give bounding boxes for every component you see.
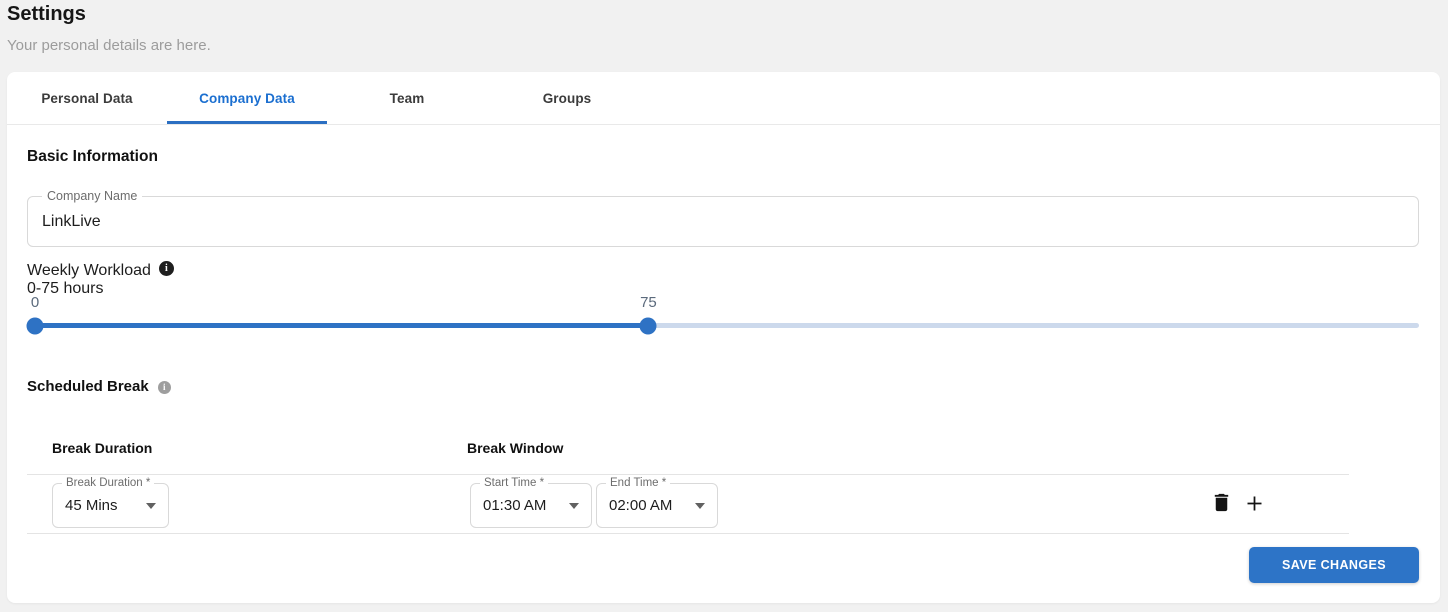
row-divider-bottom <box>27 533 1349 534</box>
info-icon[interactable]: i <box>159 261 174 276</box>
weekly-workload-label: Weekly Workload i <box>27 261 174 280</box>
company-name-label: Company Name <box>42 189 142 203</box>
chevron-down-icon <box>695 503 705 509</box>
page-subtitle: Your personal details are here. <box>7 37 211 54</box>
tab-label: Team <box>390 91 425 106</box>
weekly-workload-slider: 0 75 <box>27 294 1419 336</box>
break-duration-select[interactable]: Break Duration * 45 Mins <box>52 483 169 528</box>
tab-bar: Personal Data Company Data Team Groups <box>7 72 1440 125</box>
slider-thumb-min[interactable] <box>27 317 44 334</box>
tab-groups[interactable]: Groups <box>487 72 647 124</box>
add-break-button[interactable] <box>1244 493 1265 514</box>
delete-break-button[interactable] <box>1210 491 1233 514</box>
settings-card: Personal Data Company Data Team Groups B… <box>7 72 1440 603</box>
tab-team[interactable]: Team <box>327 72 487 124</box>
start-time-value: 01:30 AM <box>483 484 546 527</box>
end-time-select[interactable]: End Time * 02:00 AM <box>596 483 718 528</box>
tab-label: Company Data <box>199 91 295 106</box>
page-title: Settings <box>7 3 86 26</box>
info-icon[interactable]: i <box>158 381 171 394</box>
trash-icon <box>1210 491 1233 514</box>
company-name-input[interactable] <box>28 197 1418 246</box>
end-time-value: 02:00 AM <box>609 484 672 527</box>
slider-max-label: 75 <box>640 294 657 311</box>
tab-label: Personal Data <box>41 91 132 106</box>
weekly-workload-text: Weekly Workload <box>27 262 151 279</box>
chevron-down-icon <box>569 503 579 509</box>
plus-icon <box>1244 493 1265 514</box>
slider-active-track[interactable] <box>27 323 648 328</box>
company-name-field: Company Name <box>27 196 1419 247</box>
scheduled-break-heading: Scheduled Break i <box>27 378 171 395</box>
basic-information-heading: Basic Information <box>27 148 158 166</box>
tab-company-data[interactable]: Company Data <box>167 72 327 124</box>
scheduled-break-text: Scheduled Break <box>27 378 149 395</box>
break-duration-value: 45 Mins <box>65 484 118 527</box>
save-changes-button[interactable]: SAVE CHANGES <box>1249 547 1419 583</box>
break-duration-column-header: Break Duration <box>52 440 152 456</box>
tab-label: Groups <box>543 91 592 106</box>
slider-min-label: 0 <box>31 294 39 311</box>
chevron-down-icon <box>146 503 156 509</box>
slider-thumb-max[interactable] <box>640 317 657 334</box>
row-divider-top <box>27 474 1349 475</box>
break-window-column-header: Break Window <box>467 440 563 456</box>
tab-personal-data[interactable]: Personal Data <box>7 72 167 124</box>
start-time-select[interactable]: Start Time * 01:30 AM <box>470 483 592 528</box>
